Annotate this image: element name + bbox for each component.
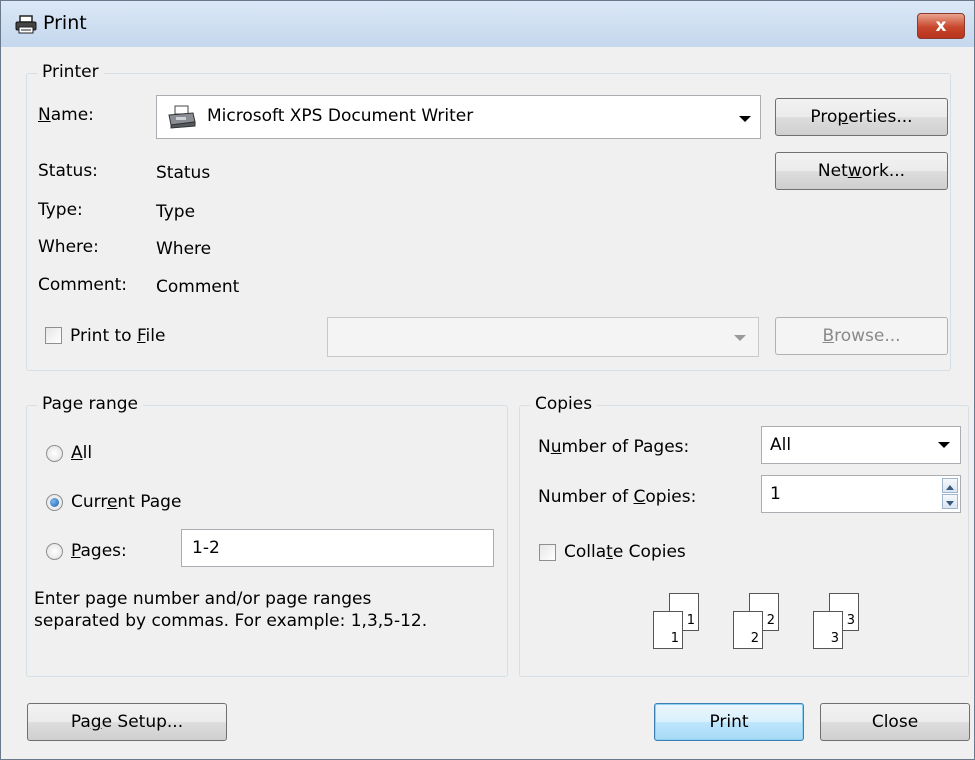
file-path-dropdown[interactable] bbox=[327, 317, 759, 357]
number-of-pages-dropdown[interactable]: All bbox=[761, 426, 961, 464]
page-setup-button[interactable]: Page Setup... bbox=[27, 703, 227, 741]
pages-input[interactable]: 1-2 bbox=[181, 529, 494, 567]
chevron-down-icon bbox=[739, 116, 751, 122]
collate-copies-label[interactable]: Collate Copies bbox=[564, 542, 686, 562]
close-button[interactable]: Close bbox=[820, 703, 970, 741]
collate-page-front: 1 bbox=[653, 611, 683, 649]
selected-printer: Microsoft XPS Document Writer bbox=[207, 106, 474, 126]
dialog-title: Print bbox=[43, 12, 87, 34]
number-of-pages-label: Number of Pages: bbox=[538, 437, 690, 457]
page-range-hint-line1: Enter page number and/or page ranges bbox=[34, 589, 372, 609]
status-label: Status: bbox=[38, 161, 98, 181]
page-range-hint-line2: separated by commas. For example: 1,3,5-… bbox=[34, 611, 428, 631]
printer-group-label: Printer bbox=[37, 62, 104, 82]
page-range-group-label: Page range bbox=[37, 394, 143, 414]
collate-copies-checkbox[interactable] bbox=[539, 544, 556, 561]
properties-button[interactable]: Properties... bbox=[775, 98, 948, 136]
title-bar[interactable]: Print x bbox=[1, 1, 974, 47]
print-button[interactable]: Print bbox=[654, 703, 804, 741]
print-to-file-label[interactable]: Print to File bbox=[70, 326, 165, 346]
collate-page-front: 2 bbox=[733, 611, 763, 649]
print-to-file-checkbox[interactable] bbox=[45, 327, 62, 344]
printer-device-icon bbox=[167, 105, 197, 134]
type-label: Type: bbox=[38, 200, 83, 220]
page-range-all-label[interactable]: All bbox=[71, 443, 92, 463]
number-of-copies-value: 1 bbox=[770, 484, 781, 504]
comment-value: Comment bbox=[156, 277, 240, 297]
close-window-button[interactable]: x bbox=[917, 13, 965, 39]
type-value: Type bbox=[156, 202, 196, 222]
page-range-current-radio[interactable] bbox=[46, 494, 63, 511]
browse-button[interactable]: Browse... bbox=[775, 317, 948, 355]
where-value: Where bbox=[156, 239, 212, 259]
status-value: Status bbox=[156, 163, 211, 183]
number-of-pages-value: All bbox=[770, 435, 792, 455]
print-dialog: Print x Printer Name: Microsoft XPS Docu… bbox=[0, 0, 975, 760]
number-of-copies-stepper[interactable]: 1 bbox=[761, 475, 961, 513]
page-range-pages-radio[interactable] bbox=[46, 543, 63, 560]
name-label: Name: bbox=[38, 105, 94, 125]
number-of-copies-label: Number of Copies: bbox=[538, 487, 697, 507]
close-icon: x bbox=[935, 16, 947, 36]
decrement-arrow-icon[interactable] bbox=[942, 494, 958, 509]
copies-group-label: Copies bbox=[530, 394, 598, 414]
increment-arrow-icon[interactable] bbox=[942, 478, 958, 493]
printer-icon bbox=[15, 15, 37, 40]
chevron-down-icon bbox=[734, 335, 746, 341]
chevron-down-icon bbox=[938, 442, 950, 448]
page-range-current-label[interactable]: Current Page bbox=[71, 492, 181, 512]
page-range-all-radio[interactable] bbox=[46, 445, 63, 462]
comment-label: Comment: bbox=[38, 275, 128, 295]
network-button[interactable]: Network... bbox=[775, 152, 948, 190]
where-label: Where: bbox=[38, 237, 99, 257]
collate-page-front: 3 bbox=[813, 611, 843, 649]
page-range-pages-label[interactable]: Pages: bbox=[71, 541, 127, 561]
printer-name-dropdown[interactable]: Microsoft XPS Document Writer bbox=[156, 95, 761, 139]
